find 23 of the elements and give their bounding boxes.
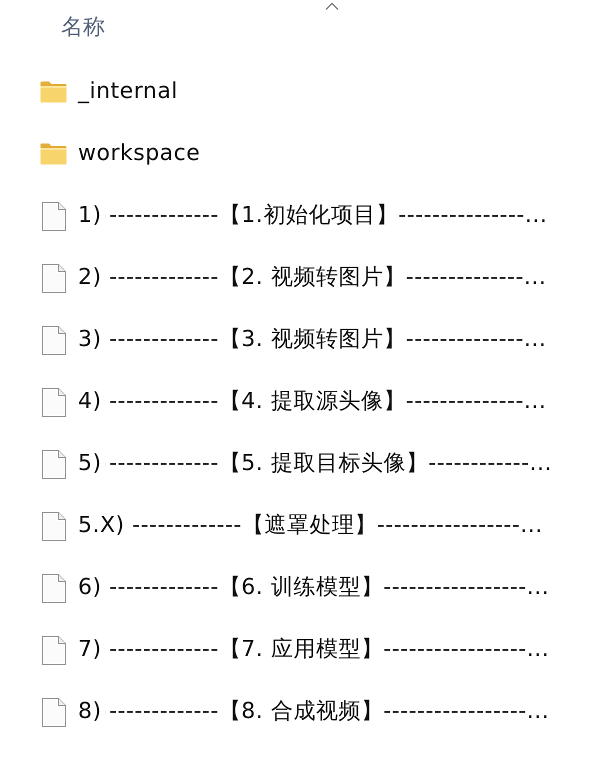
column-header[interactable]: 名称 [61, 12, 105, 44]
file-item[interactable]: 8) -------------【8. 合成视频】-----------------... [40, 697, 550, 727]
file-item[interactable]: 3) -------------【3. 视频转图片】--------------... [40, 325, 546, 355]
file-icon [42, 388, 66, 416]
folder-icon [40, 81, 67, 103]
file-icon [42, 512, 66, 540]
file-icon [42, 450, 66, 478]
folder-icon [40, 143, 67, 165]
file-item[interactable]: 5.X) -------------【遮罩处理】-----------------... [40, 511, 543, 541]
file-icon [42, 636, 66, 664]
file-icon [42, 326, 66, 354]
file-item[interactable]: 2) -------------【2. 视频转图片】--------------... [40, 263, 546, 293]
file-item[interactable]: 7) -------------【7. 应用模型】-----------------... [40, 635, 550, 665]
folder-item[interactable]: _internal [40, 77, 178, 107]
file-icon [42, 574, 66, 602]
folder-item[interactable]: workspace [40, 139, 200, 169]
file-item[interactable]: 6) -------------【6. 训练模型】-----------------... [40, 573, 550, 603]
file-icon [42, 264, 66, 292]
file-item[interactable]: 5) -------------【5. 提取目标头像】------------... [40, 449, 552, 479]
file-icon [42, 202, 66, 230]
file-item[interactable]: 1) -------------【1.初始化项目】---------------... [40, 201, 548, 231]
file-icon [42, 698, 66, 726]
file-item[interactable]: 4) -------------【4. 提取源头像】--------------... [40, 387, 546, 417]
